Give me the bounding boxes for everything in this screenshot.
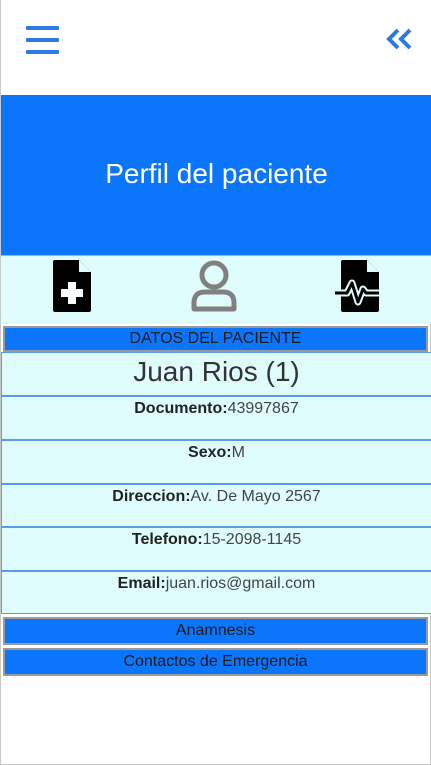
field-row-telefono: Telefono:15-2098-1145 [1,527,431,571]
profile-icon-bar [1,255,431,324]
field-row-direccion: Direccion:Av. De Mayo 2567 [1,484,431,527]
field-row-email: Email:juan.rios@gmail.com [1,571,431,614]
field-value: M [231,444,245,461]
hamburger-menu-icon[interactable] [25,24,61,56]
field-label: Direccion: [112,488,191,505]
field-value: juan.rios@gmail.com [165,575,316,592]
patient-name: Juan Rios (1) [133,356,300,387]
anamnesis-section-button[interactable]: Anamnesis [3,617,428,645]
user-icon[interactable] [191,260,237,317]
file-waveform-icon[interactable] [335,260,381,317]
field-row-documento: Documento:43997867 [1,396,431,440]
field-value: 15-2098-1145 [202,531,302,548]
field-label: Telefono: [131,531,203,548]
double-chevron-left-icon[interactable] [386,28,414,50]
page-title: Perfil del paciente [105,158,328,189]
patient-name-card: Juan Rios (1) [1,352,431,396]
top-bar [1,0,431,95]
emergency-contacts-section-button[interactable]: Contactos de Emergencia [3,648,428,676]
field-value: Av. De Mayo 2567 [190,488,321,505]
field-value: 43997867 [227,400,299,417]
field-label: Documento: [134,400,228,417]
field-label: Sexo: [188,444,232,461]
patient-data-header[interactable]: DATOS DEL PACIENTE [3,326,428,352]
profile-hero: Perfil del paciente [1,95,431,255]
field-row-sexo: Sexo:M [1,440,431,484]
file-medical-icon[interactable] [53,260,91,317]
field-label: Email: [117,575,166,592]
